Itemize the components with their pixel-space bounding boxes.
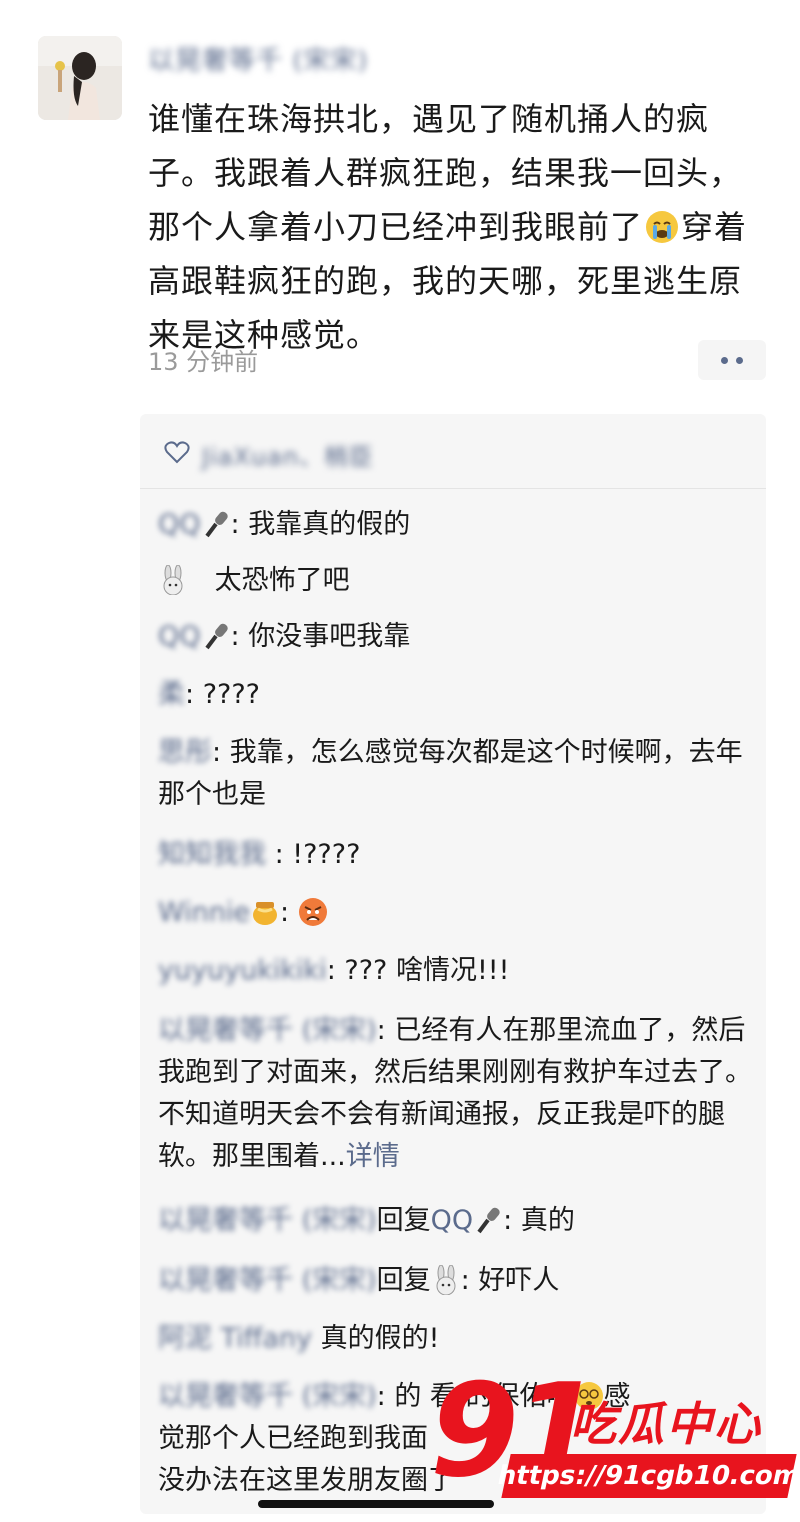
bunny-icon: [158, 564, 188, 596]
comment-text: 我靠真的假的: [248, 509, 411, 540]
comment-text: 你没事吧我靠: [248, 621, 411, 652]
comment-author[interactable]: 以晃奢等千 (宋宋): [158, 1260, 377, 1302]
microphone-icon: [473, 1205, 503, 1235]
comment-text: ????: [202, 679, 261, 710]
comment-text: 真的假的!: [320, 1323, 440, 1354]
comment-item[interactable]: 以晃奢等千 (宋宋)回复 : 好吓人: [158, 1260, 752, 1302]
honey-pot-icon: [250, 897, 280, 927]
comment-author[interactable]: 思彤: [158, 732, 212, 774]
comment-item[interactable]: yuyuyukikiki: ??? 啥情况!!!: [158, 950, 752, 992]
comment-text: : 好吓人: [460, 1265, 560, 1296]
reply-label: 回复: [376, 1265, 431, 1296]
heart-icon: [164, 440, 190, 468]
more-options-button[interactable]: [698, 340, 766, 380]
comment-text-line3: 没办法在这里发朋友圈了: [158, 1465, 455, 1496]
angry-face-icon: [298, 897, 328, 927]
comment-text: 太恐怖了吧: [214, 565, 350, 596]
detail-link[interactable]: 详情: [346, 1141, 400, 1172]
moments-post: 以晃奢等千 (宋宋) 谁懂在珠海拱北，遇见了随机捅人的疯子。我跟着人群疯狂跑，结…: [0, 0, 800, 1522]
comment-text: 我靠，怎么感觉每次都是这个时候啊，去年那个也是: [158, 737, 743, 810]
comment-item[interactable]: QQ: 我靠真的假的: [158, 504, 752, 546]
loudly-crying-face-icon: [645, 206, 679, 243]
comment-author[interactable]: 以晃奢等千 (宋宋): [158, 1010, 377, 1052]
likes-names[interactable]: JiaXuan、梢臣: [202, 437, 374, 472]
reply-label: 回复: [376, 1205, 431, 1236]
watermark-url: https://91cgb10.com: [495, 1454, 800, 1498]
comment-text: : 真的: [503, 1205, 575, 1236]
comment-author[interactable]: 柔: [158, 674, 185, 716]
comment-author[interactable]: 知知我我: [158, 834, 266, 876]
comment-item[interactable]: 以晃奢等千 (宋宋)回复QQ : 真的: [158, 1200, 752, 1242]
comment-text: !????: [292, 839, 361, 870]
comment-author[interactable]: 阿泥 Tiffany: [158, 1318, 312, 1360]
comment-item[interactable]: Winnie:: [158, 892, 752, 934]
comment-author[interactable]: Winnie: [158, 892, 250, 934]
comment-text: ??? 啥情况!!!: [344, 955, 510, 986]
comment-item[interactable]: 柔: ????: [158, 674, 752, 716]
post-body: 谁懂在珠海拱北，遇见了随机捅人的疯子。我跟着人群疯狂跑，结果我一回头，那个人拿着…: [148, 92, 768, 362]
comment-item[interactable]: 太恐怖了吧: [158, 560, 752, 602]
post-timestamp: 13 分钟前: [148, 348, 259, 376]
comment-item[interactable]: 阿泥 Tiffany 真的假的!: [158, 1318, 752, 1360]
home-indicator[interactable]: [258, 1500, 494, 1508]
likes-row: JiaXuan、梢臣: [164, 432, 374, 476]
microphone-icon: [201, 621, 231, 651]
watermark-brand: 吃瓜中心: [570, 1397, 762, 1451]
comment-item[interactable]: 思彤: 我靠，怎么感觉每次都是这个时候啊，去年那个也是: [158, 732, 752, 816]
comment-author[interactable]: QQ: [158, 616, 201, 658]
comment-item[interactable]: 知知我我 : !????: [158, 834, 752, 876]
comment-author[interactable]: QQ: [158, 504, 201, 546]
comment-text-line2: 觉那个人已经跑到我面: [158, 1423, 428, 1454]
comment-item[interactable]: QQ: 你没事吧我靠: [158, 616, 752, 658]
reply-to-name[interactable]: QQ: [431, 1205, 474, 1236]
watermark: 91 吃瓜中心 https://91cgb10.com: [430, 1368, 800, 1518]
avatar[interactable]: [38, 36, 122, 120]
post-author-name[interactable]: 以晃奢等千 (宋宋): [148, 36, 448, 80]
divider: [140, 488, 766, 489]
microphone-icon: [201, 509, 231, 539]
comments-section: JiaXuan、梢臣 QQ: 我靠真的假的 太恐怖了吧 QQ: 你没事吧我靠 柔…: [140, 414, 766, 1514]
more-dot-icon: [721, 356, 728, 364]
comment-author[interactable]: 以晃奢等千 (宋宋): [158, 1376, 377, 1418]
comment-item[interactable]: 以晃奢等千 (宋宋): 已经有人在那里流血了，然后我跑到了对面来，然后结果刚刚有…: [158, 1010, 752, 1178]
comment-author[interactable]: 以晃奢等千 (宋宋): [158, 1200, 377, 1242]
bunny-icon: [431, 1264, 461, 1296]
more-dot-icon: [736, 356, 743, 364]
comment-author[interactable]: yuyuyukikiki: [158, 950, 327, 992]
